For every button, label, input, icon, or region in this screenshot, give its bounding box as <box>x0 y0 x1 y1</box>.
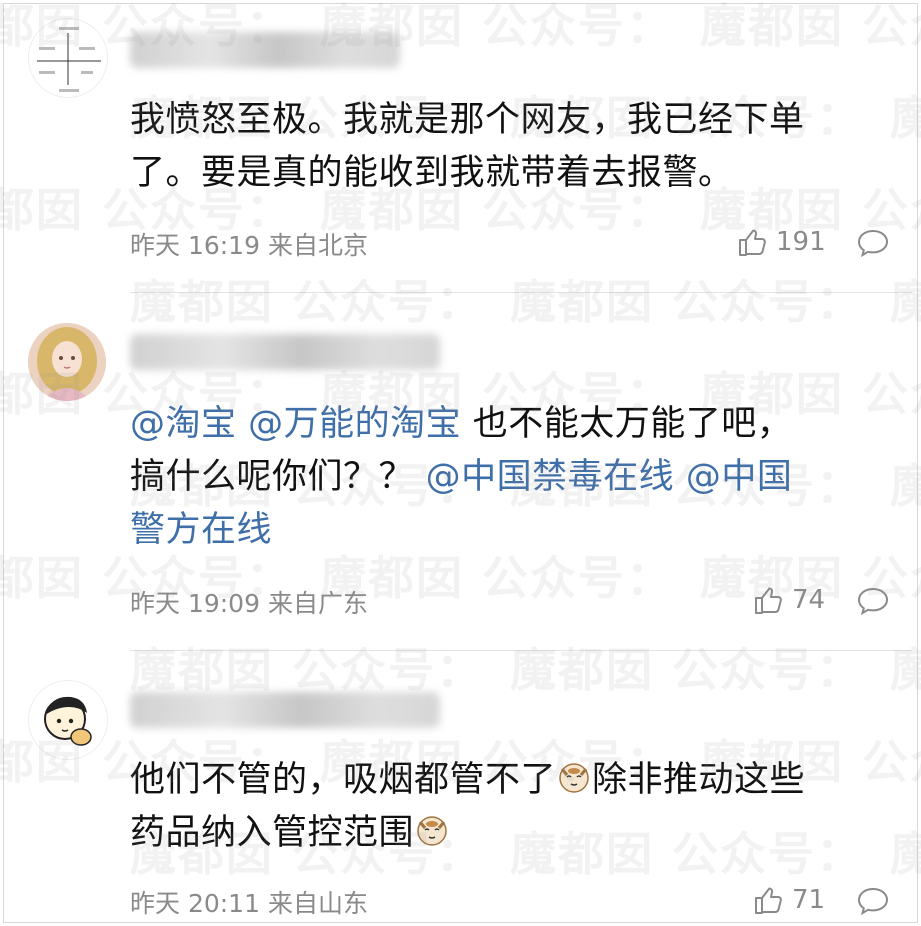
reply-icon[interactable] <box>856 228 890 258</box>
avatar[interactable] <box>28 323 106 401</box>
avatar[interactable] <box>28 680 108 760</box>
cat-emoji-icon <box>559 763 589 793</box>
comment-meta: 昨天 16:19 来自北京 <box>130 226 368 262</box>
comment-meta: 昨天 20:11 来自山东 <box>130 884 368 920</box>
comment-text: @淘宝 @万能的淘宝 也不能太万能了吧， 搞什么呢你们？？ @中国禁毒在线 @中… <box>130 404 793 550</box>
like-count: 191 <box>776 227 826 257</box>
comment-location: 来自山东 <box>267 889 368 918</box>
comment-text: 他们不管的，吸烟都管不了 除非推动这些 药品纳入管控范围 <box>130 760 806 853</box>
comment-location: 来自北京 <box>267 231 368 260</box>
girl-avatar-icon <box>28 323 106 401</box>
mention-link[interactable]: 警方在线 <box>130 510 272 550</box>
reply-icon[interactable] <box>856 886 890 916</box>
comment-time: 昨天 16:19 <box>130 231 260 260</box>
cartoon-boy-avatar-icon <box>29 681 107 759</box>
cat-emoji-icon <box>417 816 447 846</box>
like-count: 74 <box>792 585 826 615</box>
like-button[interactable]: 191 <box>736 226 826 258</box>
thumbs-up-icon <box>755 587 782 614</box>
username-blurred[interactable] <box>130 692 440 728</box>
divider <box>130 292 912 293</box>
comment-time: 昨天 19:09 <box>130 589 260 618</box>
comment-location: 来自广东 <box>267 589 368 618</box>
thumbs-up-icon <box>755 887 782 914</box>
reply-icon[interactable] <box>856 586 890 616</box>
avatar[interactable] <box>28 18 108 98</box>
divider <box>130 650 912 651</box>
like-button[interactable]: 71 <box>752 884 825 916</box>
chart-avatar-icon <box>37 27 101 92</box>
comment-panel: 我愤怒至极。我就是那个网友，我已经下单 了。要是真的能收到我就带着去报警。 昨天… <box>3 3 918 923</box>
like-count: 71 <box>792 885 826 915</box>
comment-meta: 昨天 19:09 来自广东 <box>130 584 368 620</box>
mention-link[interactable]: @中国禁毒在线 <box>426 457 675 497</box>
username-blurred[interactable] <box>130 334 440 370</box>
mention-link[interactable]: @中国 <box>686 457 793 497</box>
mention-link[interactable]: @淘宝 <box>130 404 237 444</box>
comment-time: 昨天 20:11 <box>130 889 260 918</box>
username-blurred[interactable] <box>130 32 400 68</box>
thumbs-up-icon <box>739 229 766 256</box>
mention-link[interactable]: @万能的淘宝 <box>248 404 461 444</box>
like-button[interactable]: 74 <box>752 584 825 616</box>
comment-text: 我愤怒至极。我就是那个网友，我已经下单 了。要是真的能收到我就带着去报警。 <box>130 100 805 193</box>
